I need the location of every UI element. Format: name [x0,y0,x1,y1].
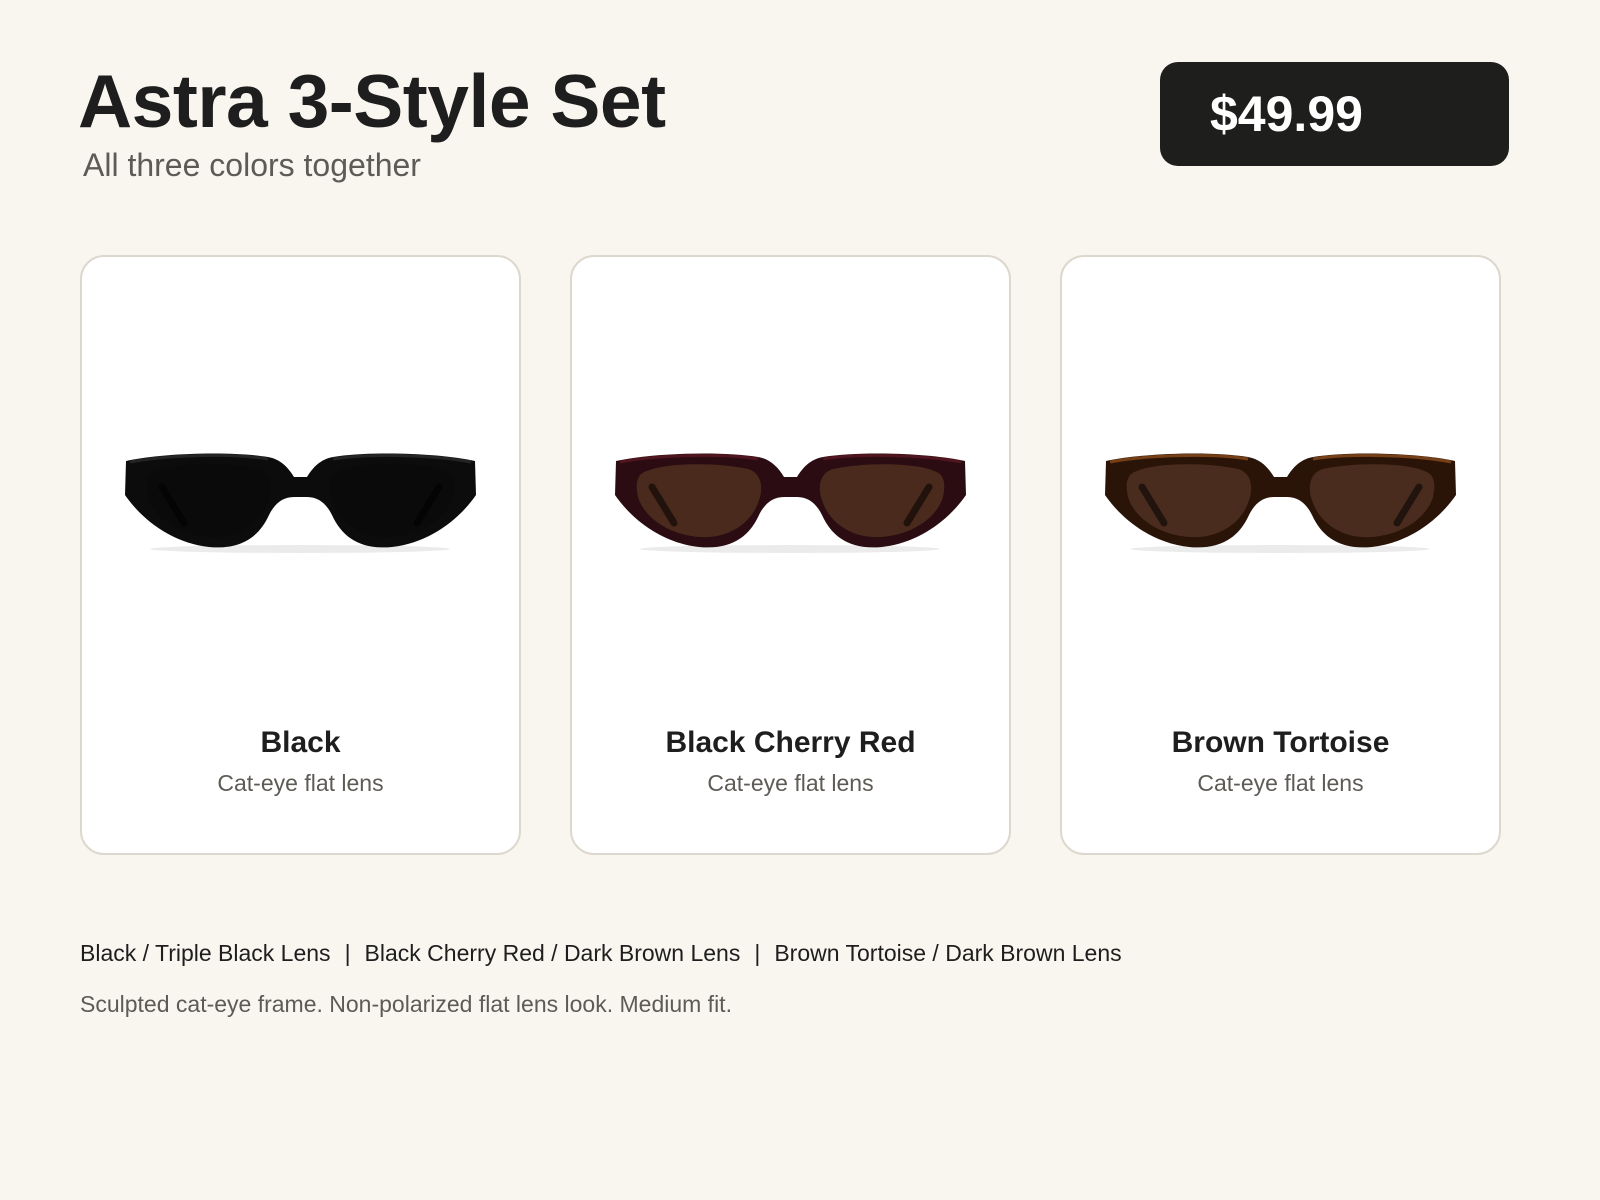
variant-separator: | [344,940,351,966]
product-card-black-cherry-red[interactable]: Black Cherry Red Cat-eye flat lens [570,255,1011,855]
card-title: Black Cherry Red [665,726,916,759]
variant-list: Black / Triple Black Lens | Black Cherry… [80,939,1122,967]
variant-item: Brown Tortoise / Dark Brown Lens [774,940,1122,966]
sunglasses-black-image [122,437,479,567]
sunglasses-black-cherry-red-image [612,437,969,567]
card-description: Cat-eye flat lens [217,770,384,796]
variant-item: Black / Triple Black Lens [80,940,331,966]
price-badge: $49.99 [1160,62,1509,166]
sunglasses-illustration [125,453,476,553]
card-title: Brown Tortoise [1171,726,1390,759]
shadow-shape [640,545,940,553]
card-description: Cat-eye flat lens [707,770,874,796]
sunglasses-illustration [1105,453,1456,553]
product-subtitle: All three colors together [83,147,421,183]
product-card-brown-tortoise[interactable]: Brown Tortoise Cat-eye flat lens [1060,255,1501,855]
product-title: Astra 3-Style Set [78,59,666,143]
variant-item: Black Cherry Red / Dark Brown Lens [364,940,741,966]
card-title: Black [260,726,341,759]
product-description: Sculpted cat-eye frame. Non-polarized fl… [80,991,732,1017]
card-description: Cat-eye flat lens [1197,770,1364,796]
variant-separator: | [754,940,761,966]
shadow-shape [150,545,450,553]
shadow-shape [1130,545,1430,553]
sunglasses-brown-tortoise-image [1102,437,1459,567]
product-card-black[interactable]: Black Cat-eye flat lens [80,255,521,855]
sunglasses-illustration [615,453,966,553]
price-label: $49.99 [1210,86,1363,142]
